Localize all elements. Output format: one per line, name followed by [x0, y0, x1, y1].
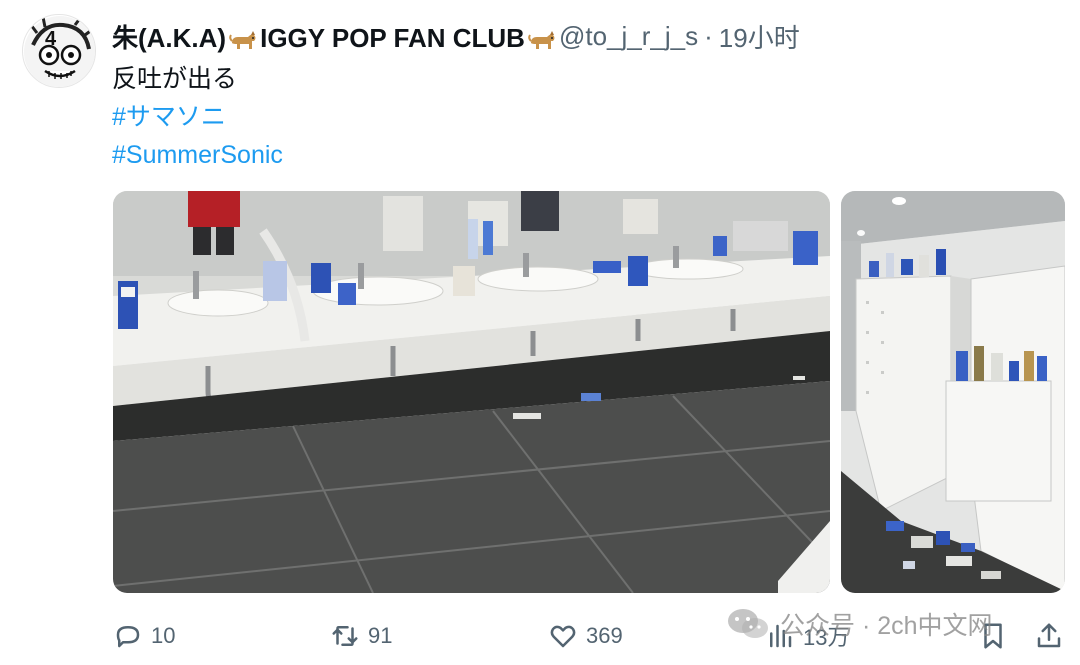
avatar[interactable]: 4 — [22, 14, 96, 88]
bookmark-icon — [984, 623, 1002, 649]
share-button[interactable] — [1034, 612, 1064, 660]
tweet-photo-stall[interactable] — [841, 191, 1065, 593]
tweet-text: 反吐が出る #サマソニ #SummerSonic — [112, 60, 283, 174]
views-icon — [770, 624, 792, 648]
dog-emoji-icon — [527, 27, 557, 53]
tweet-action-bar: 10 91 369 13万 — [0, 612, 1080, 660]
hashtag-link[interactable]: #サマソニ — [112, 98, 283, 136]
dog-emoji-icon — [228, 27, 258, 53]
share-icon — [1037, 623, 1061, 648]
reply-button[interactable]: 10 — [113, 612, 175, 660]
tweet-body-line: 反吐が出る — [112, 65, 238, 93]
reply-icon — [116, 626, 140, 648]
reply-count: 10 — [151, 623, 176, 648]
view-count: 13万 — [803, 625, 850, 650]
separator-dot: · — [704, 21, 713, 51]
retweet-button[interactable]: 91 — [330, 612, 392, 660]
display-name[interactable]: 朱(A.K.A) IGGY POP FAN CLUB — [112, 18, 559, 55]
views-button[interactable]: 13万 — [765, 612, 849, 660]
tweet-photo-sinks[interactable] — [113, 191, 830, 593]
user-handle[interactable]: @to_j_r_j_s — [559, 21, 698, 52]
retweet-icon — [332, 626, 358, 646]
heart-icon — [550, 625, 576, 648]
tweet-header: 朱(A.K.A) IGGY POP FAN CLUB @to_j_r_j_s ·… — [112, 18, 800, 55]
retweet-count: 91 — [368, 623, 393, 648]
bookmark-button[interactable] — [978, 612, 1008, 660]
like-button[interactable]: 369 — [548, 612, 623, 660]
like-count: 369 — [586, 623, 623, 648]
hashtag-link[interactable]: #SummerSonic — [112, 136, 283, 174]
tweet-timestamp[interactable]: 19小时 — [719, 18, 800, 55]
